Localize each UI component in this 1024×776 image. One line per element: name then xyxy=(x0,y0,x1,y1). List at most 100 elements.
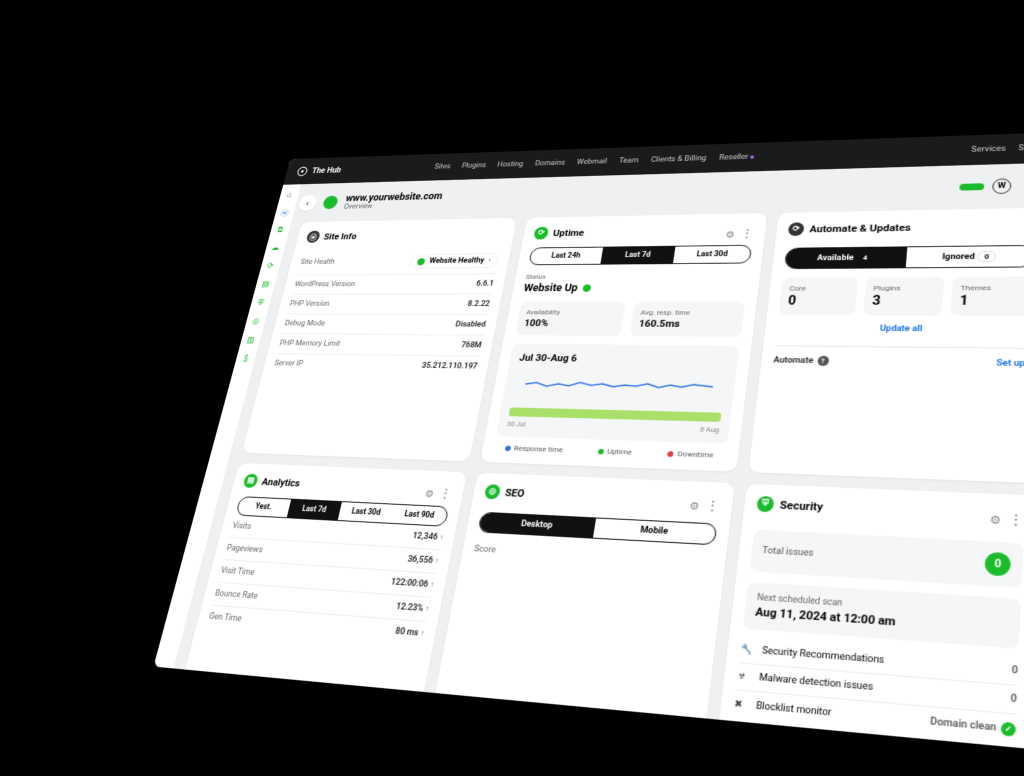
br-val: 12.23% xyxy=(395,602,424,614)
uptime-tab-24h[interactable]: Last 24h xyxy=(529,247,603,264)
nav-sites[interactable]: Sites xyxy=(434,163,452,171)
uptime-title: Uptime xyxy=(552,227,585,238)
analytics-icon: ▤ xyxy=(242,474,259,488)
analytics-card: ▤Analytics ⚙ ⋮ Yest. Last 7d Last 30d La… xyxy=(183,463,467,702)
security-card: ⛨Security ⚙ ⋮ Total issues 0 Next schedu… xyxy=(718,484,1024,751)
vt-label: Visit Time xyxy=(220,566,256,577)
uptime-card: ⟳Uptime ⚙ ⋮ Last 24h Last 7d Last 30d St… xyxy=(480,213,768,472)
uptime-more-icon[interactable]: ⋮ xyxy=(739,227,754,240)
analytics-gear-icon[interactable]: ⚙ xyxy=(424,487,435,499)
site-more-icon[interactable]: ⋮ xyxy=(1019,178,1024,194)
ip-label: Server IP xyxy=(273,360,304,369)
status-up-icon xyxy=(582,284,591,291)
security-title: Security xyxy=(779,498,823,513)
back-button[interactable]: ‹ xyxy=(297,195,318,212)
nav-domains[interactable]: Domains xyxy=(534,159,565,168)
nav-webmail[interactable]: Webmail xyxy=(576,158,607,167)
resp-val: 160.5ms xyxy=(638,318,735,330)
security-gear-icon[interactable]: ⚙ xyxy=(989,513,1001,527)
nav-reseller[interactable]: Reseller xyxy=(718,153,754,162)
avail-val: 100% xyxy=(523,318,616,329)
wp-ver: 6.6.1 xyxy=(475,280,494,288)
wp-icon[interactable]: W xyxy=(992,178,1012,194)
seo-title: SEO xyxy=(504,486,525,499)
sidebar-security-icon[interactable]: ⛨ xyxy=(255,298,267,307)
sidebar-home-icon[interactable]: ⌂ xyxy=(284,190,295,199)
br-label: Bounce Rate xyxy=(214,589,259,601)
response-chart xyxy=(511,368,727,408)
health-label: Site Health xyxy=(300,258,336,266)
setup-button[interactable]: Set up › xyxy=(996,358,1024,368)
uptime-status: Website Up xyxy=(523,282,579,294)
php-ver-label: PHP Version xyxy=(289,300,331,308)
nav-team[interactable]: Team xyxy=(618,157,639,165)
seo-gear-icon[interactable]: ⚙ xyxy=(689,499,701,512)
plugins-label: Plugins xyxy=(873,284,935,292)
mal-label: Malware detection issues xyxy=(758,673,873,694)
ip-val: 35.212.110.197 xyxy=(421,362,478,371)
sidebar-hosting-icon[interactable]: ☁ xyxy=(270,243,282,252)
uptime-tab-7d[interactable]: Last 7d xyxy=(600,247,676,264)
score-label: Score xyxy=(473,545,496,556)
check-icon: ✓ xyxy=(1001,722,1016,737)
sidebar-clients-icon[interactable]: $ xyxy=(240,354,252,364)
sidebar-analytics-icon[interactable]: ▤ xyxy=(260,279,272,288)
debug-label: Debug Mode xyxy=(284,320,326,328)
pv-label: Pageviews xyxy=(226,544,264,555)
seg-available[interactable]: Available 4 xyxy=(785,247,907,268)
seo-card: ◎SEO ⚙ ⋮ Desktop Mobile Score xyxy=(433,473,735,730)
chart-range: Jul 30-Aug 6 xyxy=(518,352,728,366)
analytics-more-icon[interactable]: ⋮ xyxy=(438,487,453,502)
health-pill[interactable]: Website Healthy› xyxy=(409,253,500,268)
gt-label: Gen Time xyxy=(208,612,242,624)
themes-val: 1 xyxy=(959,294,1024,309)
an-tab-yest[interactable]: Yest. xyxy=(236,497,290,517)
legend-dn: Downtime xyxy=(677,450,714,460)
sidebar-wp-icon[interactable]: ⓦ xyxy=(279,208,290,217)
visits-val: 12,346 xyxy=(412,532,439,543)
uptime-gear-icon[interactable]: ⚙ xyxy=(725,229,736,240)
automate-label: Automate xyxy=(773,356,814,366)
debug-val: Disabled xyxy=(455,321,487,329)
plugins-val: 3 xyxy=(872,294,935,308)
avail-label: Availability xyxy=(526,308,618,316)
sidebar-uptime-icon[interactable]: ⟳ xyxy=(265,261,277,270)
uptime-tab-30d[interactable]: Last 30d xyxy=(673,246,751,263)
sidebar-seo-icon[interactable]: ◎ xyxy=(250,317,262,326)
an-tab-90d[interactable]: Last 90d xyxy=(390,505,448,526)
site-status-dot xyxy=(322,196,339,210)
seo-icon: ◎ xyxy=(484,484,501,499)
update-all-button[interactable]: Update all xyxy=(777,324,1024,335)
core-label: Core xyxy=(789,284,849,292)
x1: 6 Aug xyxy=(700,425,720,434)
seg-ignored[interactable]: Ignored 0 xyxy=(906,246,1024,268)
nav-hosting[interactable]: Hosting xyxy=(497,161,524,169)
seo-tab-mobile[interactable]: Mobile xyxy=(593,518,716,544)
seo-tab-desktop[interactable]: Desktop xyxy=(479,513,597,538)
sidebar-plugins-icon[interactable]: ⧉ xyxy=(274,225,285,234)
seo-more-icon[interactable]: ⋮ xyxy=(704,499,720,515)
mal-val: 0 xyxy=(1010,693,1017,705)
updates-icon: ⟳ xyxy=(788,222,805,236)
legend-up: Uptime xyxy=(607,447,633,456)
php-ver: 8.2.22 xyxy=(467,300,491,308)
help-icon[interactable]: ? xyxy=(817,356,829,366)
sidebar-reports-icon[interactable]: ▥ xyxy=(245,335,257,345)
an-tab-7d[interactable]: Last 7d xyxy=(286,500,342,521)
status-pill xyxy=(959,183,984,190)
an-tab-30d[interactable]: Last 30d xyxy=(338,502,395,523)
themes-label: Themes xyxy=(960,284,1024,292)
pv-val: 36,556 xyxy=(407,555,434,566)
bl-label: Blocklist monitor xyxy=(755,701,831,719)
nav-plugins[interactable]: Plugins xyxy=(461,162,487,170)
core-val: 0 xyxy=(787,294,848,308)
visits-label: Visits xyxy=(231,522,252,532)
bl-val: Domain clean xyxy=(930,716,997,733)
nav-clients[interactable]: Clients & Billing xyxy=(650,155,707,165)
security-more-icon[interactable]: ⋮ xyxy=(1007,512,1024,529)
malware-icon: ☣ xyxy=(737,671,753,683)
nav-services[interactable]: Services xyxy=(971,145,1006,154)
analytics-title: Analytics xyxy=(261,476,302,489)
nav-support[interactable]: Support xyxy=(1018,143,1024,152)
x0: 30 Jul xyxy=(506,420,526,429)
